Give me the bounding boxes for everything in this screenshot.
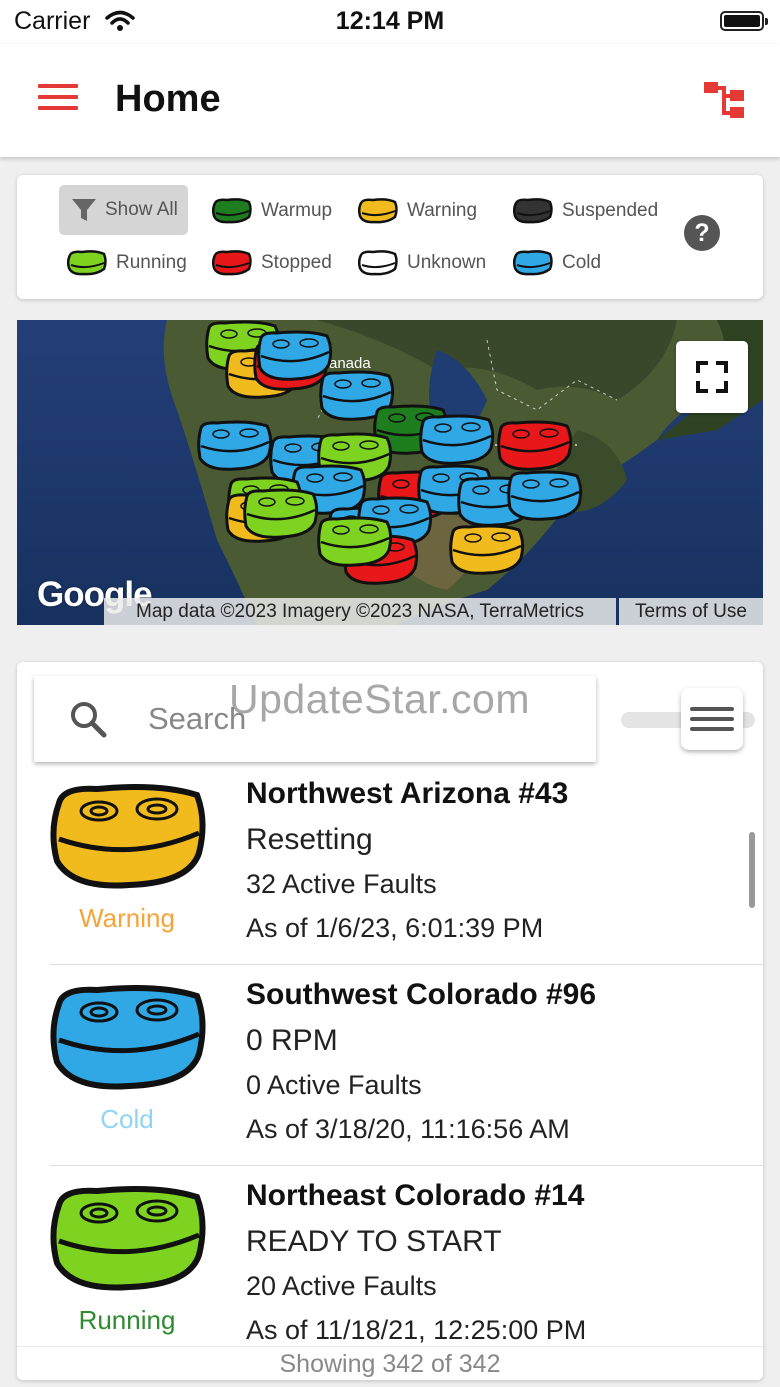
list-options-button[interactable] bbox=[681, 688, 743, 750]
legend-label: Warmup bbox=[261, 200, 333, 221]
cold-map-marker[interactable] bbox=[507, 470, 583, 521]
row-divider bbox=[50, 1165, 763, 1166]
running-map-marker[interactable] bbox=[243, 488, 319, 539]
legend-cold[interactable]: Cold bbox=[512, 246, 601, 280]
cold-map-marker[interactable] bbox=[419, 414, 495, 465]
legend-unknown[interactable]: Unknown bbox=[357, 246, 486, 280]
map-view[interactable]: anada Google Map data ©2023 Imagery ©202… bbox=[17, 320, 763, 625]
unit-state: READY TO START bbox=[246, 1225, 502, 1258]
warning-unit-icon bbox=[50, 784, 206, 889]
timestamp: As of 1/6/23, 6:01:39 PM bbox=[246, 913, 544, 943]
legend-label: Running bbox=[116, 252, 187, 273]
warning-map-marker[interactable] bbox=[449, 524, 525, 575]
list-item[interactable]: Cold Southwest Colorado #96 0 RPM 0 Acti… bbox=[17, 966, 763, 1166]
page-title: Home bbox=[115, 78, 221, 120]
row-divider bbox=[50, 964, 763, 965]
status-label: Warning bbox=[79, 903, 175, 933]
cold-map-marker[interactable] bbox=[257, 330, 333, 381]
suspended-unit-icon bbox=[512, 198, 553, 224]
timestamp: As of 3/18/20, 11:16:56 AM bbox=[246, 1114, 570, 1144]
unit-name: Northwest Arizona #43 bbox=[246, 777, 569, 810]
legend-warning[interactable]: Warning bbox=[357, 194, 477, 228]
running-unit-icon bbox=[50, 1186, 206, 1291]
legend-label: Stopped bbox=[261, 252, 332, 273]
unit-name: Northeast Colorado #14 bbox=[246, 1179, 585, 1212]
app-bar: Home bbox=[0, 44, 780, 157]
legend-label: Warning bbox=[407, 200, 478, 221]
status-bar: Carrier 12:14 PM bbox=[0, 0, 780, 44]
legend-suspended[interactable]: Suspended bbox=[512, 194, 658, 228]
running-unit-icon bbox=[66, 250, 107, 276]
unit-name: Southwest Colorado #96 bbox=[246, 978, 597, 1011]
legend-stopped[interactable]: Stopped bbox=[211, 246, 332, 280]
list-item[interactable]: Warning Northwest Arizona #43 Resetting … bbox=[17, 765, 763, 965]
active-faults: 20 Active Faults bbox=[246, 1271, 437, 1301]
tree-icon[interactable] bbox=[702, 80, 748, 120]
hamburger-icon[interactable] bbox=[38, 84, 78, 114]
results-count: Showing 342 of 342 bbox=[17, 1346, 763, 1380]
unknown-unit-icon bbox=[357, 250, 398, 276]
legend-filter: Show All Warmup Warning Suspended Runnin… bbox=[17, 175, 763, 299]
unit-state: Resetting bbox=[246, 823, 373, 856]
fullscreen-icon bbox=[696, 361, 728, 393]
fullscreen-button[interactable] bbox=[676, 341, 748, 413]
running-map-marker[interactable] bbox=[317, 516, 393, 567]
search-icon bbox=[71, 702, 107, 738]
active-faults: 32 Active Faults bbox=[246, 869, 437, 899]
timestamp: As of 11/18/21, 12:25:00 PM bbox=[246, 1315, 587, 1345]
scrollbar[interactable] bbox=[749, 832, 755, 908]
legend-warmup[interactable]: Warmup bbox=[211, 194, 332, 228]
stopped-unit-icon bbox=[211, 250, 252, 276]
legend-label: Suspended bbox=[562, 200, 659, 221]
legend-label: Unknown bbox=[407, 252, 487, 273]
map-attribution: Map data ©2023 Imagery ©2023 NASA, Terra… bbox=[104, 598, 616, 625]
filter-icon bbox=[72, 199, 96, 221]
unit-list-card: UpdateStar.com Warning Northwest Arizona… bbox=[17, 662, 763, 1380]
status-label: Running bbox=[78, 1305, 176, 1335]
list-item[interactable]: Running Northeast Colorado #14 READY TO … bbox=[17, 1167, 763, 1367]
battery-icon bbox=[720, 11, 768, 31]
cold-unit-icon bbox=[512, 250, 553, 276]
terms-of-use-link[interactable]: Terms of Use bbox=[619, 598, 763, 625]
legend-label: Cold bbox=[562, 252, 602, 273]
warmup-unit-icon bbox=[211, 198, 252, 224]
stopped-map-marker[interactable] bbox=[497, 420, 573, 471]
warning-unit-icon bbox=[357, 198, 398, 224]
help-icon[interactable]: ? bbox=[684, 215, 720, 251]
status-time: 12:14 PM bbox=[335, 7, 445, 35]
unit-state: 0 RPM bbox=[246, 1024, 338, 1057]
cold-map-marker[interactable] bbox=[197, 420, 273, 471]
show-all-label: Show All bbox=[105, 199, 178, 220]
watermark-text: UpdateStar.com bbox=[229, 676, 530, 722]
status-label: Cold bbox=[100, 1104, 154, 1134]
legend-running[interactable]: Running bbox=[66, 246, 187, 280]
cold-unit-icon bbox=[50, 985, 206, 1090]
show-all-button[interactable]: Show All bbox=[59, 185, 188, 235]
active-faults: 0 Active Faults bbox=[246, 1070, 422, 1100]
